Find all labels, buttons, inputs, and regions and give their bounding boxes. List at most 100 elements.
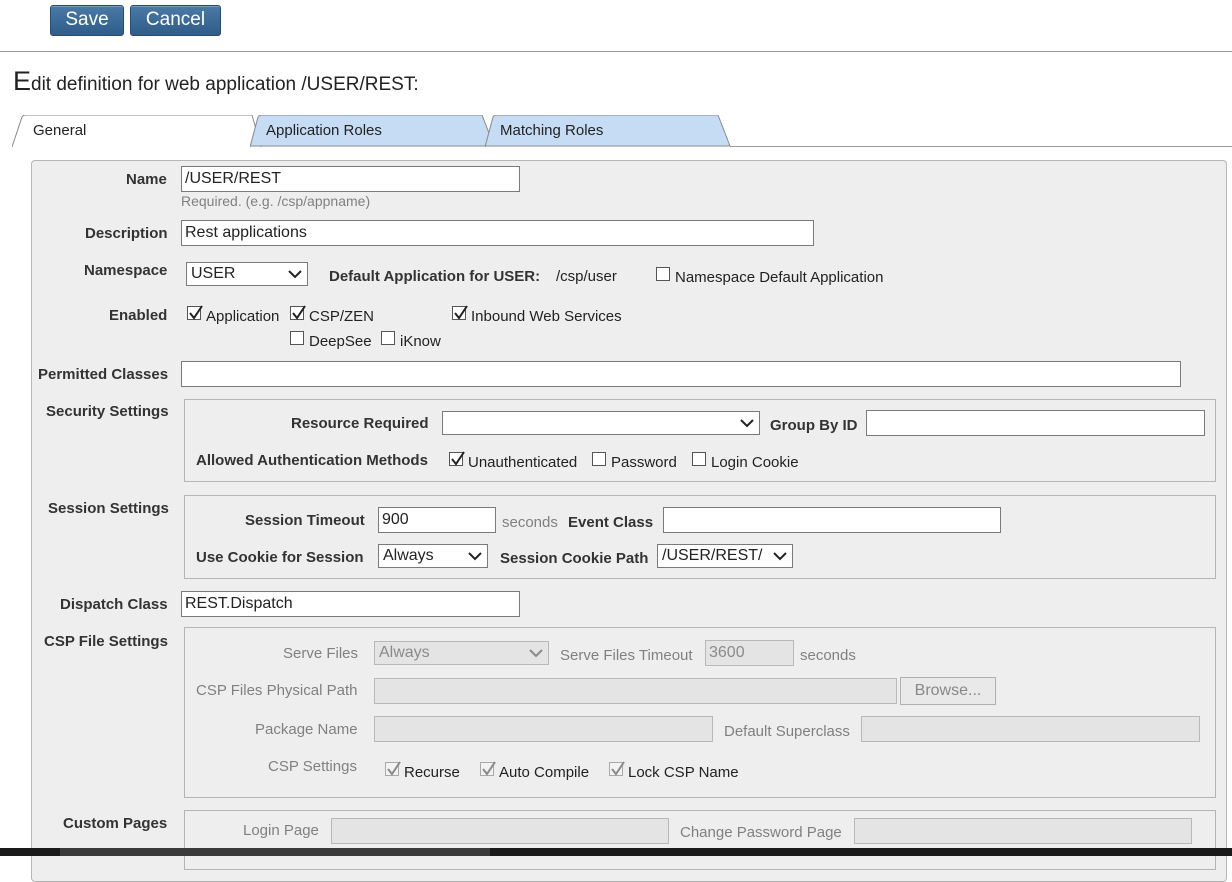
custom-pages-label: Custom Pages — [63, 815, 168, 832]
description-input[interactable]: Rest applications — [181, 220, 814, 246]
serve-files-label: Serve Files — [283, 645, 359, 662]
session-timeout-input[interactable]: 900 — [378, 507, 496, 533]
save-button[interactable]: Save — [50, 5, 124, 36]
toolbar-divider — [0, 51, 1232, 52]
change-password-page-label: Change Password Page — [680, 824, 842, 841]
page-title-initial: E — [13, 66, 32, 96]
resource-required-label: Resource Required — [291, 415, 429, 432]
inbound-web-services-checkbox[interactable] — [452, 305, 468, 320]
namespace-label: Namespace — [84, 262, 168, 279]
auto-compile-label: Auto Compile — [499, 764, 590, 781]
use-cookie-select[interactable]: Always — [378, 544, 488, 568]
tab-application-roles[interactable]: Application Roles — [250, 115, 495, 148]
serve-files-value: Always — [379, 644, 430, 661]
tab-general-label: General — [33, 122, 87, 139]
serve-files-timeout-unit: seconds — [800, 647, 856, 664]
unauthenticated-label: Unauthenticated — [468, 454, 578, 471]
checkmark-icon — [292, 305, 306, 320]
package-name-input[interactable] — [374, 716, 713, 742]
page-title: Edit definition for web application /USE… — [13, 66, 419, 97]
physical-path-input[interactable] — [374, 678, 897, 704]
default-superclass-input[interactable] — [861, 716, 1200, 742]
namespace-default-checkbox[interactable] — [656, 267, 670, 281]
deepsee-checkbox[interactable] — [290, 331, 304, 345]
chevron-down-icon — [740, 419, 754, 428]
deepsee-checkbox-label: DeepSee — [309, 333, 372, 350]
default-superclass-label: Default Superclass — [724, 723, 850, 740]
checkmark-icon — [611, 761, 625, 776]
horizontal-scrollbar[interactable] — [0, 848, 1232, 856]
csp-zen-checkbox[interactable] — [290, 305, 306, 320]
csp-zen-checkbox-label: CSP/ZEN — [309, 308, 375, 325]
login-page-input[interactable] — [331, 818, 669, 844]
browse-button[interactable]: Browse... — [900, 677, 996, 705]
csp-settings-label: CSP Settings — [268, 758, 357, 775]
physical-path-label: CSP Files Physical Path — [196, 682, 358, 699]
group-by-id-label: Group By ID — [770, 417, 858, 434]
checkmark-icon — [387, 761, 401, 776]
chevron-down-icon — [529, 649, 543, 658]
dispatch-class-input[interactable]: REST.Dispatch — [181, 591, 520, 617]
auth-methods-label: Allowed Authentication Methods — [196, 452, 428, 469]
group-by-id-input[interactable] — [866, 410, 1205, 436]
login-cookie-checkbox[interactable] — [692, 452, 706, 466]
serve-files-timeout-input[interactable]: 3600 — [705, 640, 794, 666]
checkmark-icon — [454, 305, 468, 320]
cancel-button[interactable]: Cancel — [130, 5, 221, 36]
resource-required-select[interactable] — [442, 411, 760, 435]
package-name-label: Package Name — [255, 721, 358, 738]
event-class-label: Event Class — [568, 514, 654, 531]
session-cookie-path-label: Session Cookie Path — [500, 550, 649, 567]
iknow-checkbox[interactable] — [381, 331, 395, 345]
csp-file-settings-label: CSP File Settings — [44, 633, 168, 650]
session-timeout-unit: seconds — [502, 514, 558, 531]
serve-files-select[interactable]: Always — [374, 641, 549, 665]
default-app-label: Default Application for USER: — [329, 268, 541, 285]
chevron-down-icon — [468, 552, 482, 561]
session-timeout-label: Session Timeout — [245, 512, 365, 529]
use-cookie-label: Use Cookie for Session — [196, 549, 364, 566]
change-password-page-input[interactable] — [854, 818, 1192, 844]
scrollbar-thumb[interactable] — [60, 848, 490, 856]
inbound-web-services-label: Inbound Web Services — [471, 308, 622, 325]
namespace-default-label: Namespace Default Application — [675, 269, 884, 286]
tab-baseline-right — [730, 146, 1232, 147]
iknow-checkbox-label: iKnow — [400, 333, 441, 350]
checkmark-icon — [482, 761, 496, 776]
security-settings-label: Security Settings — [46, 403, 169, 420]
use-cookie-value: Always — [383, 547, 434, 564]
auto-compile-checkbox[interactable] — [480, 761, 496, 776]
dispatch-class-label: Dispatch Class — [60, 596, 168, 613]
application-checkbox-label: Application — [206, 308, 280, 325]
namespace-select-value: USER — [191, 265, 236, 282]
session-cookie-path-value: /USER/REST/ — [662, 547, 763, 564]
permitted-classes-label: Permitted Classes — [38, 366, 169, 383]
default-app-value: /csp/user — [556, 268, 617, 285]
tab-matching-roles-label: Matching Roles — [500, 122, 604, 139]
lock-csp-name-label: Lock CSP Name — [628, 764, 739, 781]
tab-general[interactable]: General — [12, 115, 262, 148]
description-label: Description — [85, 225, 168, 242]
tab-matching-roles[interactable]: Matching Roles — [485, 115, 731, 148]
checkmark-icon — [451, 451, 465, 466]
event-class-input[interactable] — [663, 507, 1001, 533]
login-page-label: Login Page — [243, 822, 319, 839]
unauthenticated-checkbox[interactable] — [449, 451, 465, 466]
login-cookie-label: Login Cookie — [711, 454, 799, 471]
session-settings-label: Session Settings — [48, 500, 169, 517]
application-checkbox[interactable] — [187, 305, 203, 320]
password-checkbox[interactable] — [592, 452, 606, 466]
session-cookie-path-select[interactable]: /USER/REST/ — [657, 544, 793, 568]
name-input[interactable]: /USER/REST — [181, 166, 520, 192]
permitted-classes-input[interactable] — [181, 361, 1181, 387]
password-label: Password — [611, 454, 677, 471]
lock-csp-name-checkbox[interactable] — [609, 761, 625, 776]
tab-application-roles-label: Application Roles — [266, 122, 382, 139]
enabled-label: Enabled — [109, 307, 168, 324]
name-label: Name — [126, 171, 167, 188]
chevron-down-icon — [773, 552, 787, 561]
page-title-rest: dit definition for web application /USER… — [31, 74, 419, 95]
recurse-checkbox[interactable] — [385, 761, 401, 776]
namespace-select[interactable]: USER — [186, 262, 308, 286]
checkmark-icon — [189, 305, 203, 320]
